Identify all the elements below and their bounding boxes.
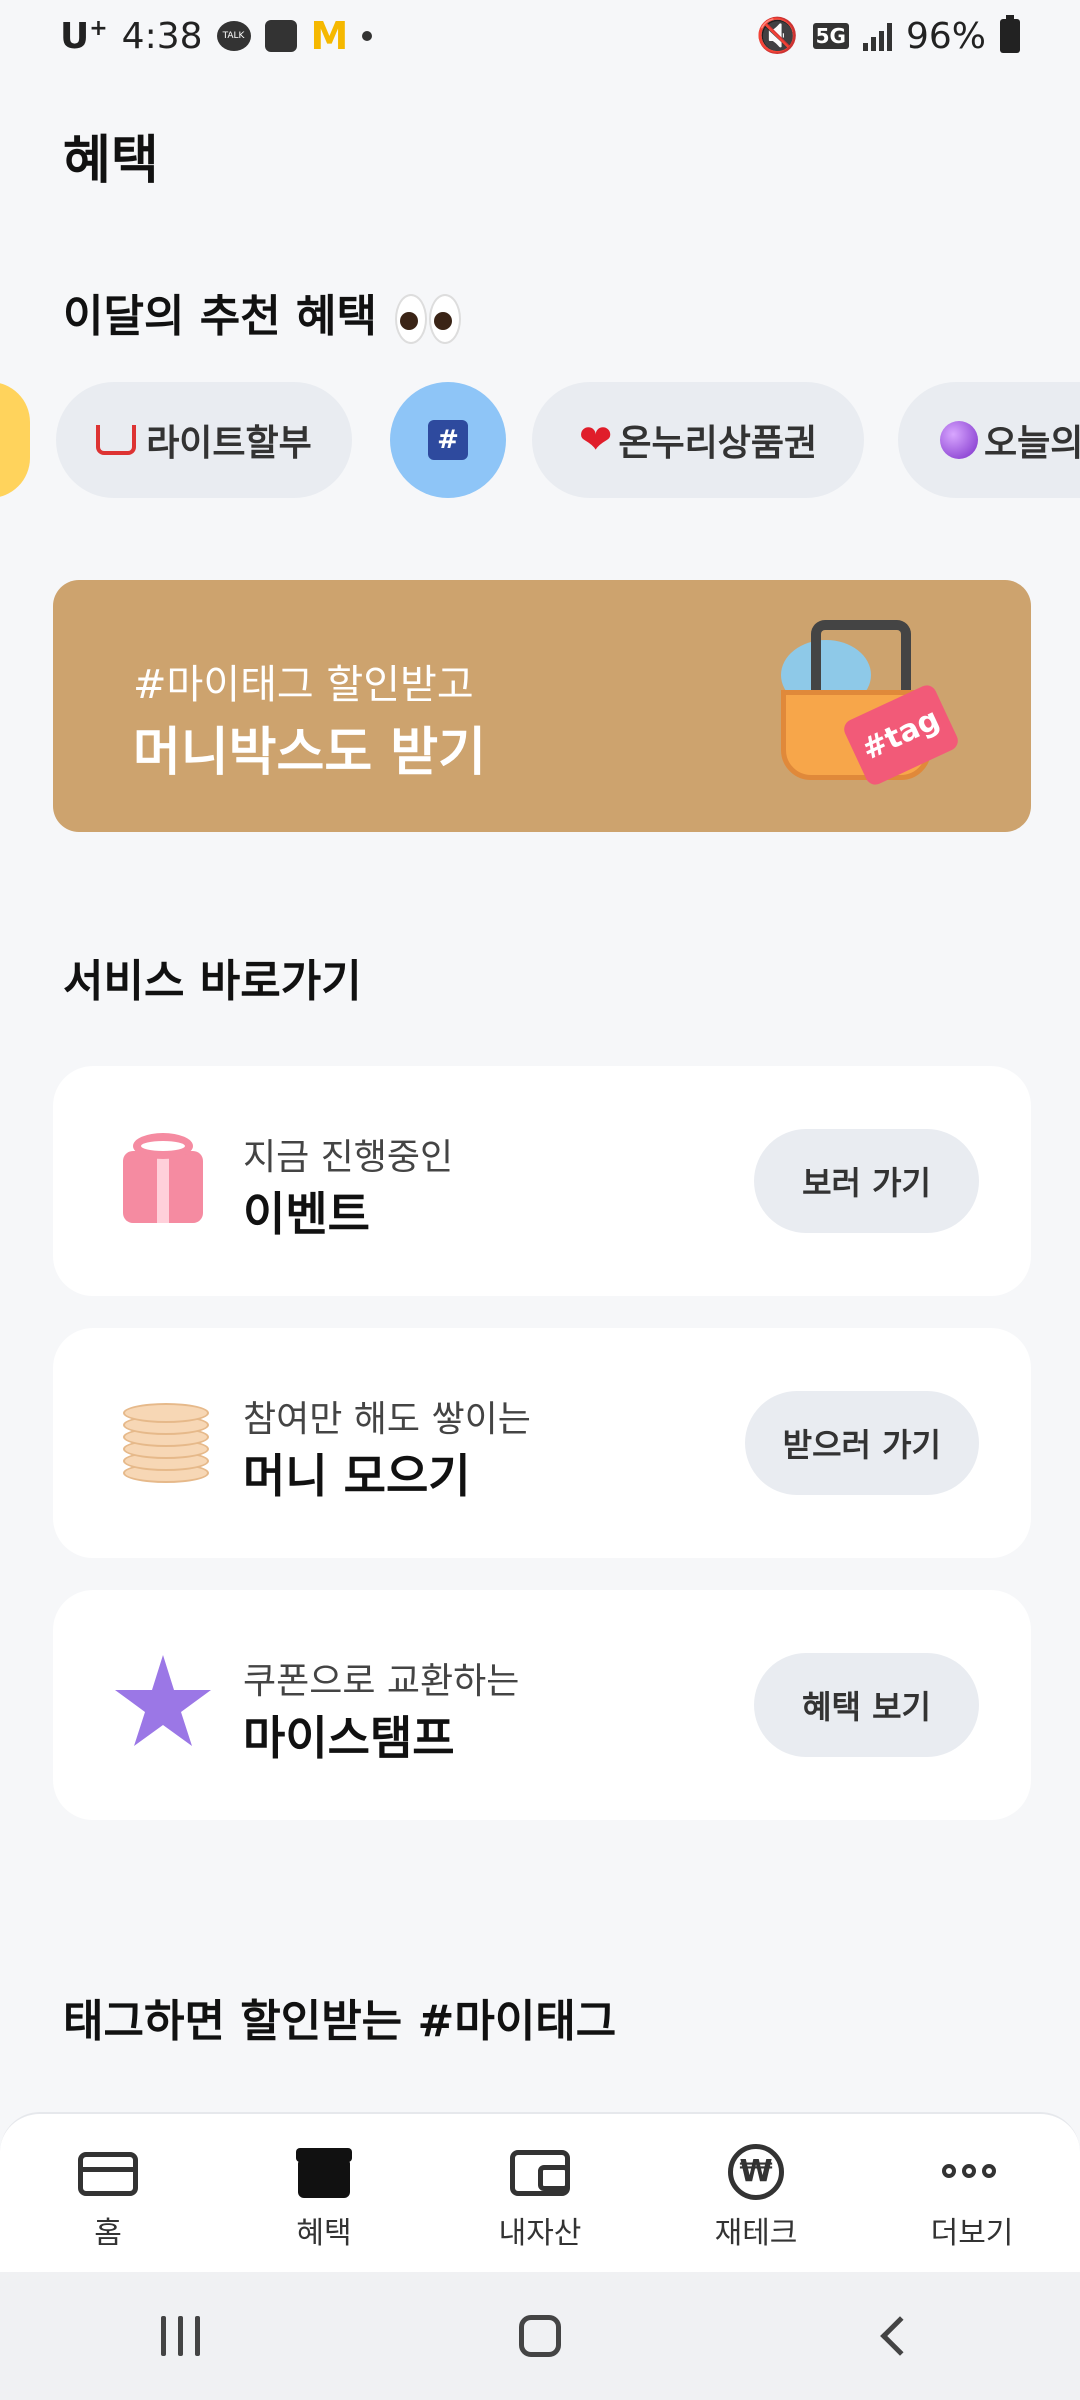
eyes-icon — [395, 294, 461, 344]
nav-item-my-assets[interactable]: 내자산 — [432, 2114, 648, 2272]
page-title: 혜택 — [63, 131, 159, 191]
service-title: 마이스탬프 — [243, 1711, 455, 1765]
nav-label: 내자산 — [498, 2216, 582, 2251]
banner-title: 머니박스도 받기 — [133, 723, 486, 783]
coin-stack-icon — [113, 1393, 213, 1493]
chip-onnuri-voucher[interactable]: ❤ 온누리상품권 — [532, 382, 864, 498]
nav-label: 재테크 — [714, 2216, 798, 2251]
network-type: 5G — [812, 23, 849, 49]
carrier-label: U+ — [60, 15, 108, 57]
chip-partial-left[interactable] — [0, 382, 30, 498]
mute-icon: 🔇 — [756, 16, 799, 56]
view-benefits-button[interactable]: 혜택 보기 — [754, 1653, 979, 1757]
nav-item-more[interactable]: 더보기 — [864, 2114, 1080, 2272]
service-card-money[interactable]: 참여만 해도 쌓이는 머니 모으기 받으러 가기 — [53, 1328, 1031, 1558]
chip-label: 라이트할부 — [146, 423, 312, 464]
mcdonalds-icon: M — [310, 14, 349, 58]
recommend-section-title: 이달의 추천 혜택 — [63, 280, 461, 344]
gift-icon — [294, 2144, 354, 2198]
recommend-chip-carousel[interactable]: 라이트할부 # ❤ 온누리상품권 오늘의 — [0, 380, 1080, 500]
chip-today[interactable]: 오늘의 — [898, 382, 1080, 498]
chip-hashtag[interactable]: # — [390, 382, 506, 498]
service-title: 이벤트 — [243, 1187, 370, 1241]
more-icon — [942, 2144, 1002, 2198]
chip-light-installment[interactable]: 라이트할부 — [56, 382, 352, 498]
battery-percent: 96% — [905, 15, 986, 57]
gallery-icon — [264, 20, 297, 52]
status-bar-left: U+ 4:38 TALK M — [60, 14, 373, 58]
nav-item-investment[interactable]: ₩ 재테크 — [648, 2114, 864, 2272]
system-nav-bar — [0, 2272, 1080, 2400]
status-bar: U+ 4:38 TALK M 🔇 5G 96% — [0, 0, 1080, 72]
home-button[interactable] — [495, 2306, 585, 2366]
nav-item-benefits[interactable]: 혜택 — [216, 2114, 432, 2272]
back-icon — [880, 2316, 920, 2356]
service-card-event[interactable]: 지금 진행중인 이벤트 보러 가기 — [53, 1066, 1031, 1296]
nav-label: 홈 — [94, 2216, 122, 2251]
benefits-screen: U+ 4:38 TALK M 🔇 5G 96% 혜택 이달의 추천 혜택 라이트… — [0, 0, 1080, 2400]
home-icon — [519, 2315, 561, 2357]
cart-icon — [96, 425, 137, 455]
crystal-ball-icon — [940, 421, 978, 459]
chip-label: 온누리상품권 — [618, 423, 818, 464]
go-receive-button[interactable]: 받으러 가기 — [744, 1391, 979, 1495]
clock: 4:38 — [121, 15, 203, 57]
notification-dot-icon — [362, 31, 373, 41]
nav-label: 더보기 — [930, 2216, 1014, 2251]
status-bar-right: 🔇 5G 96% — [756, 15, 1020, 57]
kakaotalk-icon: TALK — [216, 21, 251, 51]
wallet-icon — [510, 2144, 570, 2198]
recommend-title-text: 이달의 추천 혜택 — [63, 291, 377, 342]
nav-item-home[interactable]: 홈 — [0, 2114, 216, 2272]
banner-subtitle: #마이태그 할인받고 — [133, 662, 474, 708]
recent-apps-icon — [160, 2316, 200, 2356]
shopping-basket-icon: #tag — [771, 620, 962, 790]
chip-label: 오늘의 — [984, 423, 1080, 464]
mytag-promo-banner[interactable]: #마이태그 할인받고 머니박스도 받기 #tag — [53, 580, 1031, 832]
service-subtitle: 지금 진행중인 — [243, 1137, 454, 1178]
star-icon — [113, 1655, 213, 1755]
service-subtitle: 쿠폰으로 교환하는 — [243, 1661, 520, 1702]
go-see-button[interactable]: 보러 가기 — [754, 1129, 979, 1233]
battery-icon — [1000, 15, 1020, 53]
gift-box-icon — [113, 1131, 213, 1231]
service-card-mystamp[interactable]: 쿠폰으로 교환하는 마이스탬프 혜택 보기 — [53, 1590, 1031, 1820]
heart-icon: ❤ — [578, 417, 613, 463]
recent-apps-button[interactable] — [135, 2306, 225, 2366]
nav-label: 혜택 — [296, 2216, 352, 2251]
back-button[interactable] — [855, 2306, 945, 2366]
service-title: 머니 모으기 — [243, 1449, 471, 1503]
bottom-nav: 홈 혜택 내자산 ₩ 재테크 더보기 — [0, 2112, 1080, 2272]
mytag-section-title: 태그하면 할인받는 #마이태그 — [63, 1996, 617, 2047]
services-section-title: 서비스 바로가기 — [63, 956, 362, 1007]
hashtag-icon: # — [428, 420, 468, 460]
signal-icon — [862, 21, 892, 51]
card-icon — [78, 2144, 138, 2198]
service-subtitle: 참여만 해도 쌓이는 — [243, 1399, 531, 1440]
won-icon: ₩ — [726, 2144, 786, 2200]
